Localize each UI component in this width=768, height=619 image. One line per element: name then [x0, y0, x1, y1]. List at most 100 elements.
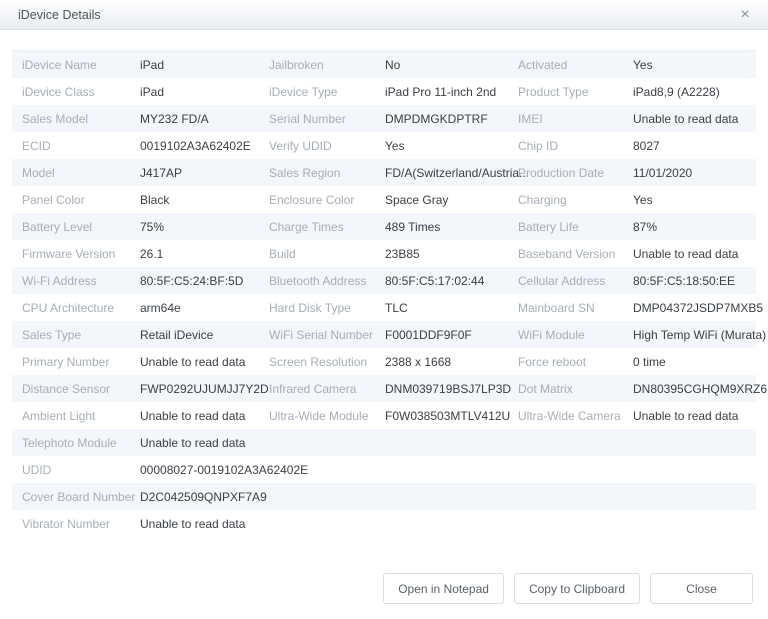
- field-value-force-reboot: 0 time: [633, 355, 756, 369]
- table-row: Battery Level75%Charge Times489 TimesBat…: [12, 213, 756, 240]
- field-value-wifi-serial-number: F0001DDF9F0F: [385, 328, 518, 342]
- field-label-panel-color: Panel Color: [22, 193, 140, 207]
- field-label-screen-resolution: Screen Resolution: [269, 355, 385, 369]
- field-label-primary-number: Primary Number: [22, 355, 140, 369]
- field-label-telephoto-module: Telephoto Module: [22, 436, 140, 450]
- field-value-sales-type: Retail iDevice: [140, 328, 269, 342]
- field-label-sales-model: Sales Model: [22, 112, 140, 126]
- field-label-activated: Activated: [518, 58, 633, 72]
- copy-to-clipboard-button[interactable]: Copy to Clipboard: [514, 573, 640, 604]
- field-value-firmware-version: 26.1: [140, 247, 269, 261]
- field-value-vibrator-number: Unable to read data: [140, 517, 756, 531]
- dialog-title: iDevice Details: [18, 8, 734, 22]
- field-value-ecid: 0019102A3A62402E: [140, 139, 269, 153]
- close-button[interactable]: Close: [650, 573, 753, 604]
- field-value-charge-times: 489 Times: [385, 220, 518, 234]
- field-value-wi-fi-address: 80:5F:C5:24:BF:5D: [140, 274, 269, 288]
- table-row: UDID00008027-0019102A3A62402E: [12, 456, 756, 483]
- field-label-build: Build: [269, 247, 385, 261]
- field-value-production-date: 11/01/2020: [633, 166, 756, 180]
- field-label-mainboard-sn: Mainboard SN: [518, 301, 633, 315]
- field-value-verify-udid: Yes: [385, 139, 518, 153]
- table-row: Wi-Fi Address80:5F:C5:24:BF:5DBluetooth …: [12, 267, 756, 294]
- field-value-distance-sensor: FWP0292UJUMJJ7Y2D: [140, 382, 269, 396]
- table-row: Panel ColorBlackEnclosure ColorSpace Gra…: [12, 186, 756, 213]
- dialog-titlebar: iDevice Details ×: [0, 0, 768, 30]
- field-label-jailbroken: Jailbroken: [269, 58, 385, 72]
- table-row: Vibrator NumberUnable to read data: [12, 510, 756, 537]
- field-label-chip-id: Chip ID: [518, 139, 633, 153]
- field-value-cover-board-number: D2C042509QNPXF7A9: [140, 490, 756, 504]
- close-icon[interactable]: ×: [734, 4, 756, 26]
- device-details-table: iDevice NameiPadJailbrokenNoActivatedYes…: [12, 50, 756, 537]
- field-label-dot-matrix: Dot Matrix: [518, 382, 633, 396]
- table-row: ECID0019102A3A62402EVerify UDIDYesChip I…: [12, 132, 756, 159]
- field-value-primary-number: Unable to read data: [140, 355, 269, 369]
- field-value-cpu-architecture: arm64e: [140, 301, 269, 315]
- field-value-battery-life: 87%: [633, 220, 756, 234]
- field-value-idevice-name: iPad: [140, 58, 269, 72]
- field-label-wi-fi-address: Wi-Fi Address: [22, 274, 140, 288]
- field-label-baseband-version: Baseband Version: [518, 247, 633, 261]
- table-row: iDevice ClassiPadiDevice TypeiPad Pro 11…: [12, 78, 756, 105]
- field-value-activated: Yes: [633, 58, 756, 72]
- table-row: Ambient LightUnable to read dataUltra-Wi…: [12, 402, 756, 429]
- field-label-ambient-light: Ambient Light: [22, 409, 140, 423]
- field-value-baseband-version: Unable to read data: [633, 247, 756, 261]
- field-value-telephoto-module: Unable to read data: [140, 436, 756, 450]
- field-value-hard-disk-type: TLC: [385, 301, 518, 315]
- field-label-product-type: Product Type: [518, 85, 633, 99]
- field-value-ultra-wide-module: F0W038503MTLV412U: [385, 409, 518, 423]
- field-label-distance-sensor: Distance Sensor: [22, 382, 140, 396]
- field-value-idevice-type: iPad Pro 11-inch 2nd: [385, 85, 518, 99]
- field-value-ultra-wide-camera: Unable to read data: [633, 409, 756, 423]
- field-label-hard-disk-type: Hard Disk Type: [269, 301, 385, 315]
- field-label-cellular-address: Cellular Address: [518, 274, 633, 288]
- table-row: Cover Board NumberD2C042509QNPXF7A9: [12, 483, 756, 510]
- field-label-charge-times: Charge Times: [269, 220, 385, 234]
- field-value-model: J417AP: [140, 166, 269, 180]
- field-value-mainboard-sn: DMP04372JSDP7MXB5: [633, 301, 763, 315]
- field-value-chip-id: 8027: [633, 139, 756, 153]
- field-label-idevice-type: iDevice Type: [269, 85, 385, 99]
- table-row: Sales TypeRetail iDeviceWiFi Serial Numb…: [12, 321, 756, 348]
- field-value-enclosure-color: Space Gray: [385, 193, 518, 207]
- field-label-imei: IMEI: [518, 112, 633, 126]
- table-row: Telephoto ModuleUnable to read data: [12, 429, 756, 456]
- field-value-dot-matrix: DN80395CGHQM9XRZ6: [633, 382, 767, 396]
- table-row: Sales ModelMY232 FD/ASerial NumberDMPDMG…: [12, 105, 756, 132]
- field-value-bluetooth-address: 80:5F:C5:17:02:44: [385, 274, 518, 288]
- field-label-wifi-module: WiFi Module: [518, 328, 633, 342]
- field-label-udid: UDID: [22, 463, 140, 477]
- table-row: iDevice NameiPadJailbrokenNoActivatedYes: [12, 51, 756, 78]
- field-label-charging: Charging: [518, 193, 633, 207]
- field-value-screen-resolution: 2388 x 1668: [385, 355, 518, 369]
- field-value-wifi-module: High Temp WiFi (Murata): [633, 328, 766, 342]
- field-label-model: Model: [22, 166, 140, 180]
- field-label-idevice-class: iDevice Class: [22, 85, 140, 99]
- field-label-cpu-architecture: CPU Architecture: [22, 301, 140, 315]
- table-row: CPU Architecturearm64eHard Disk TypeTLCM…: [12, 294, 756, 321]
- field-value-ambient-light: Unable to read data: [140, 409, 269, 423]
- field-value-battery-level: 75%: [140, 220, 269, 234]
- table-row: ModelJ417APSales RegionFD/A(Switzerland/…: [12, 159, 756, 186]
- field-value-serial-number: DMPDMGKDPTRF: [385, 112, 518, 126]
- field-value-cellular-address: 80:5F:C5:18:50:EE: [633, 274, 756, 288]
- field-label-sales-region: Sales Region: [269, 166, 385, 180]
- field-value-udid: 00008027-0019102A3A62402E: [140, 463, 756, 477]
- field-label-verify-udid: Verify UDID: [269, 139, 385, 153]
- field-label-sales-type: Sales Type: [22, 328, 140, 342]
- field-label-cover-board-number: Cover Board Number: [22, 490, 140, 504]
- field-label-serial-number: Serial Number: [269, 112, 385, 126]
- table-row: Primary NumberUnable to read dataScreen …: [12, 348, 756, 375]
- field-value-idevice-class: iPad: [140, 85, 269, 99]
- field-value-infrared-camera: DNM039719BSJ7LP3D: [385, 382, 518, 396]
- field-label-battery-level: Battery Level: [22, 220, 140, 234]
- field-value-sales-model: MY232 FD/A: [140, 112, 269, 126]
- field-label-bluetooth-address: Bluetooth Address: [269, 274, 385, 288]
- field-label-ultra-wide-camera: Ultra-Wide Camera: [518, 409, 633, 423]
- field-label-idevice-name: iDevice Name: [22, 58, 140, 72]
- table-row: Distance SensorFWP0292UJUMJJ7Y2DInfrared…: [12, 375, 756, 402]
- table-row: Firmware Version26.1Build23B85Baseband V…: [12, 240, 756, 267]
- open-in-notepad-button[interactable]: Open in Notepad: [383, 573, 504, 604]
